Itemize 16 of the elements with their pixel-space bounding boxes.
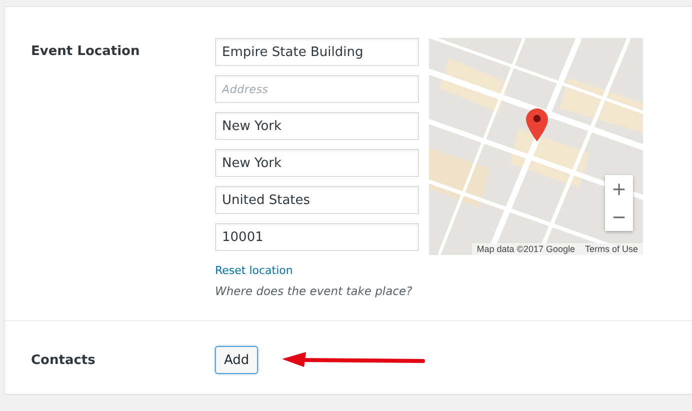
input-field[interactable]: New York <box>215 149 419 177</box>
add-button[interactable]: Add <box>215 346 258 374</box>
input-field[interactable]: Empire State Building <box>215 38 419 66</box>
reset-link[interactable]: Reset location <box>215 264 293 277</box>
input-field[interactable]: New York <box>215 112 419 140</box>
input-field[interactable]: 10001 <box>215 223 419 251</box>
terms-link[interactable]: Terms of Use <box>584 244 638 254</box>
zoom-out-button[interactable]: − <box>605 203 633 231</box>
hint-text: Where does the event take place? <box>215 284 414 298</box>
zoom-in-button[interactable]: + <box>605 175 633 203</box>
map-pin-icon <box>526 108 548 142</box>
attribution-text: Map data ©2017 Google <box>476 244 575 254</box>
field-label: Contacts <box>30 352 96 368</box>
field-label: Event Location <box>30 43 141 61</box>
input-field[interactable]: United States <box>215 186 419 214</box>
arrow-icon <box>282 352 426 368</box>
